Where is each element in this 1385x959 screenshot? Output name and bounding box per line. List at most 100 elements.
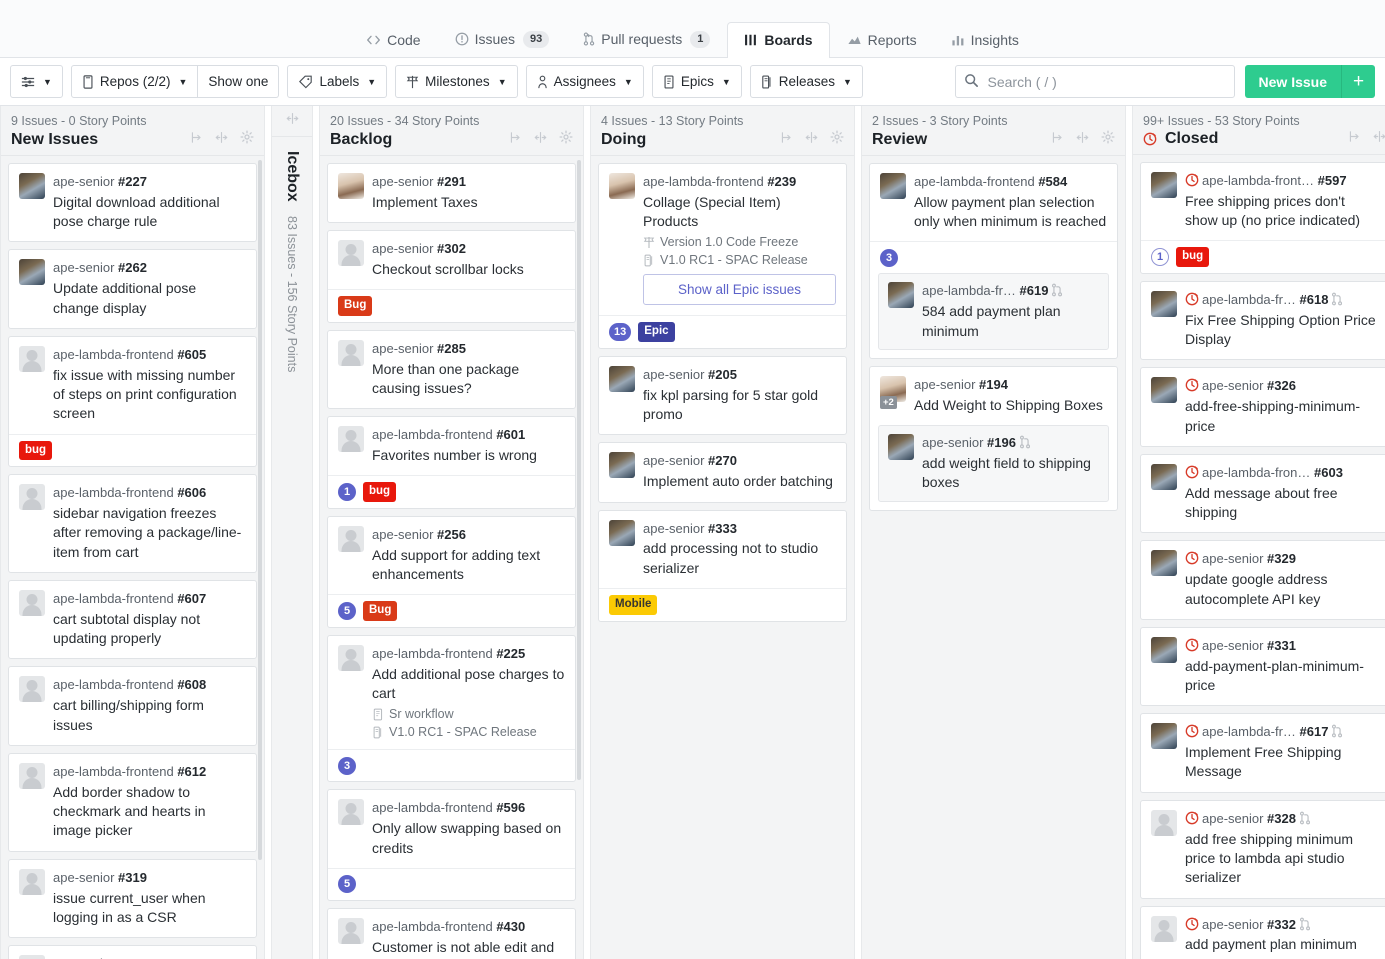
issue-card[interactable]: +2 ape-senior #194 Add Weight to Shipping … <box>869 365 1118 511</box>
repos-filter-button[interactable]: Repos (2/2) ▼ <box>70 65 199 98</box>
column-move-button[interactable] <box>780 131 793 149</box>
new-issue-plus-button[interactable]: + <box>1341 65 1375 98</box>
issue-card[interactable]: ape-lambda-frontend #605 fix issue with m… <box>8 335 257 468</box>
avatar <box>19 676 45 703</box>
column-move-button[interactable] <box>1348 130 1361 148</box>
issue-card[interactable]: ape-senior #205 fix kpl parsing for 5 sta… <box>598 355 847 436</box>
linked-pr-card[interactable]: ape-senior #196 add weight field to shipp… <box>878 425 1109 502</box>
issue-card[interactable]: ape-senior #332 add payment plan minimum … <box>1140 905 1385 959</box>
column-settings-button[interactable] <box>240 130 254 149</box>
issue-card[interactable]: ape-lambda-fron… #603 Add message about f… <box>1140 453 1385 534</box>
issue-card[interactable]: ape-lambda-front… #597 Free shipping pric… <box>1140 162 1385 274</box>
avatar-wrapper <box>1151 290 1177 323</box>
linked-pr-card[interactable]: ape-lambda-fr… #619 584 add payment plan … <box>878 273 1109 350</box>
assignees-filter-label: Assignees <box>553 74 616 89</box>
column-collapse-button[interactable] <box>1373 130 1385 148</box>
card-issue-number: #606 <box>177 485 207 501</box>
story-points-badge: 3 <box>880 248 898 267</box>
labels-filter-button[interactable]: Labels ▼ <box>287 65 388 98</box>
pr-link-icon <box>1331 724 1343 738</box>
column-title-row: Review <box>872 130 1115 149</box>
issue-card[interactable]: ape-senior #319 issue current_user when l… <box>8 858 257 939</box>
card-issue-number: #612 <box>177 763 207 779</box>
issue-card[interactable]: ape-senior #329 update google address aut… <box>1140 540 1385 620</box>
column-settings-button[interactable] <box>830 130 844 149</box>
column-card-list: ape-senior #291 Implement Taxes ape-senior… <box>320 156 583 959</box>
releases-filter-button[interactable]: Releases ▼ <box>749 65 863 98</box>
issue-card[interactable]: ape-lambda-frontend #239 Collage (Special… <box>598 163 847 349</box>
issue-card[interactable]: ape-lambda-frontend #608 cart billing/shi… <box>8 666 257 746</box>
column-scrollbar[interactable] <box>258 160 262 860</box>
issue-card[interactable]: ape-senior #302 Checkout scrollbar locks B… <box>327 230 576 323</box>
column-collapsed-body[interactable]: Icebox 83 Issues - 156 Story Points <box>272 137 312 959</box>
column-meta: 83 Issues - 156 Story Points <box>285 215 299 373</box>
show-all-epic-issues-button[interactable]: Show all Epic issues <box>643 274 836 306</box>
gear-icon <box>240 130 254 148</box>
column-meta: 2 Issues - 3 Story Points <box>872 114 1008 128</box>
nav-tab-label: Code <box>387 32 421 48</box>
column-move-button[interactable] <box>1051 131 1064 149</box>
issue-card[interactable]: ape-senior #326 add-free-shipping-minimum… <box>1140 367 1385 447</box>
column-settings-button[interactable] <box>559 130 573 149</box>
assignees-filter-button[interactable]: Assignees ▼ <box>525 65 644 98</box>
column-move-button[interactable] <box>509 131 522 149</box>
nav-tab-boards[interactable]: Boards <box>727 22 830 58</box>
card-repo-name: ape-lambda-fron… <box>1202 464 1314 480</box>
card-issue-number: #239 <box>767 174 797 189</box>
column-collapse-button[interactable] <box>805 131 818 149</box>
search-input[interactable] <box>954 65 1235 98</box>
card-meta-text: V1.0 RC1 - SPAC Release <box>389 725 537 740</box>
issue-card[interactable]: ape-senior #334Fix line item serializer <box>8 945 257 959</box>
issue-card[interactable]: ape-lambda-frontend #612 Add border shado… <box>8 752 257 852</box>
issue-card[interactable]: ape-lambda-frontend #225 Add additional p… <box>327 634 576 783</box>
column-settings-button[interactable] <box>1101 130 1115 149</box>
issue-card[interactable]: ape-senior #333 add processing not to stu… <box>598 509 847 622</box>
show-one-button[interactable]: Show one <box>198 65 280 98</box>
card-repo-line: ape-senior #319 <box>53 869 246 888</box>
column-title: Icebox <box>284 151 301 202</box>
issue-card[interactable]: ape-senior #328 add free shipping minimum… <box>1140 799 1385 899</box>
issue-card[interactable]: ape-senior #285 More than one package cau… <box>327 329 576 410</box>
issue-card[interactable]: ape-lambda-frontend #430 Customer is not … <box>327 907 576 959</box>
nav-tab-reports[interactable]: Reports <box>830 22 934 58</box>
column-collapse-button[interactable] <box>534 131 547 149</box>
issue-card[interactable]: ape-senior #227 Digital download addition… <box>8 163 257 243</box>
card-text: ape-senior #262 Update additional pose ch… <box>53 259 246 317</box>
new-issue-button[interactable]: New Issue <box>1244 65 1341 98</box>
issue-card[interactable]: ape-lambda-fr… #618 Fix Free Shipping Opt… <box>1140 280 1385 361</box>
card-text: ape-lambda-frontend #584 Allow payment pl… <box>914 173 1107 231</box>
issue-card[interactable]: ape-lambda-frontend #601 Favorites number… <box>327 416 576 509</box>
card-repo-line: ape-senior #194 <box>914 376 1107 395</box>
card-meta-text: V1.0 RC1 - SPAC Release <box>660 253 808 268</box>
issue-card[interactable]: ape-senior #256 Add support for adding te… <box>327 515 576 628</box>
milestones-filter-button[interactable]: Milestones ▼ <box>395 65 518 98</box>
avatar <box>338 426 364 453</box>
column-collapse-button[interactable] <box>1076 131 1089 149</box>
nav-tab-issues[interactable]: Issues 93 <box>438 21 567 58</box>
subcard-title: add weight field to shipping boxes <box>922 454 1091 491</box>
issue-card[interactable]: ape-senior #331 add-payment-plan-minimum-… <box>1140 626 1385 707</box>
card-title: Collage (Special Item) Products <box>643 193 781 230</box>
epics-filter-button[interactable]: Epics ▼ <box>651 65 742 98</box>
nav-tab-insights[interactable]: Insights <box>934 22 1036 58</box>
column-move-button[interactable] <box>190 131 203 149</box>
closed-issue-icon <box>1143 132 1157 146</box>
issue-card[interactable]: ape-lambda-frontend #596 Only allow swapp… <box>327 789 576 901</box>
card-meta-row: V1.0 RC1 - SPAC Release <box>372 725 565 739</box>
board-column-review: 2 Issues - 3 Story Points Review ape-lambd… <box>861 106 1126 959</box>
issue-card[interactable]: ape-senior #270 Implement auto order batc… <box>598 442 847 503</box>
column-scrollbar[interactable] <box>577 160 581 780</box>
card-title: Favorites number is wrong <box>372 447 537 464</box>
card-repo-name: ape-senior <box>643 520 709 536</box>
filter-settings-button[interactable]: ▼ <box>10 65 63 98</box>
sliders-icon <box>21 75 35 89</box>
issue-card[interactable]: ape-senior #291 Implement Taxes <box>327 163 576 224</box>
nav-tab-pull-requests[interactable]: Pull requests 1 <box>566 21 727 58</box>
issue-card[interactable]: ape-lambda-frontend #607 cart subtotal di… <box>8 580 257 660</box>
issue-card[interactable]: ape-lambda-fr… #617 Implement Free Shippi… <box>1140 713 1385 793</box>
nav-tab-code[interactable]: Code <box>349 22 437 58</box>
issue-card[interactable]: ape-lambda-frontend #584 Allow payment pl… <box>869 163 1118 359</box>
issue-card[interactable]: ape-senior #262 Update additional pose ch… <box>8 249 257 329</box>
column-collapse-button[interactable] <box>215 131 228 149</box>
issue-card[interactable]: ape-lambda-frontend #606 sidebar navigati… <box>8 474 257 574</box>
